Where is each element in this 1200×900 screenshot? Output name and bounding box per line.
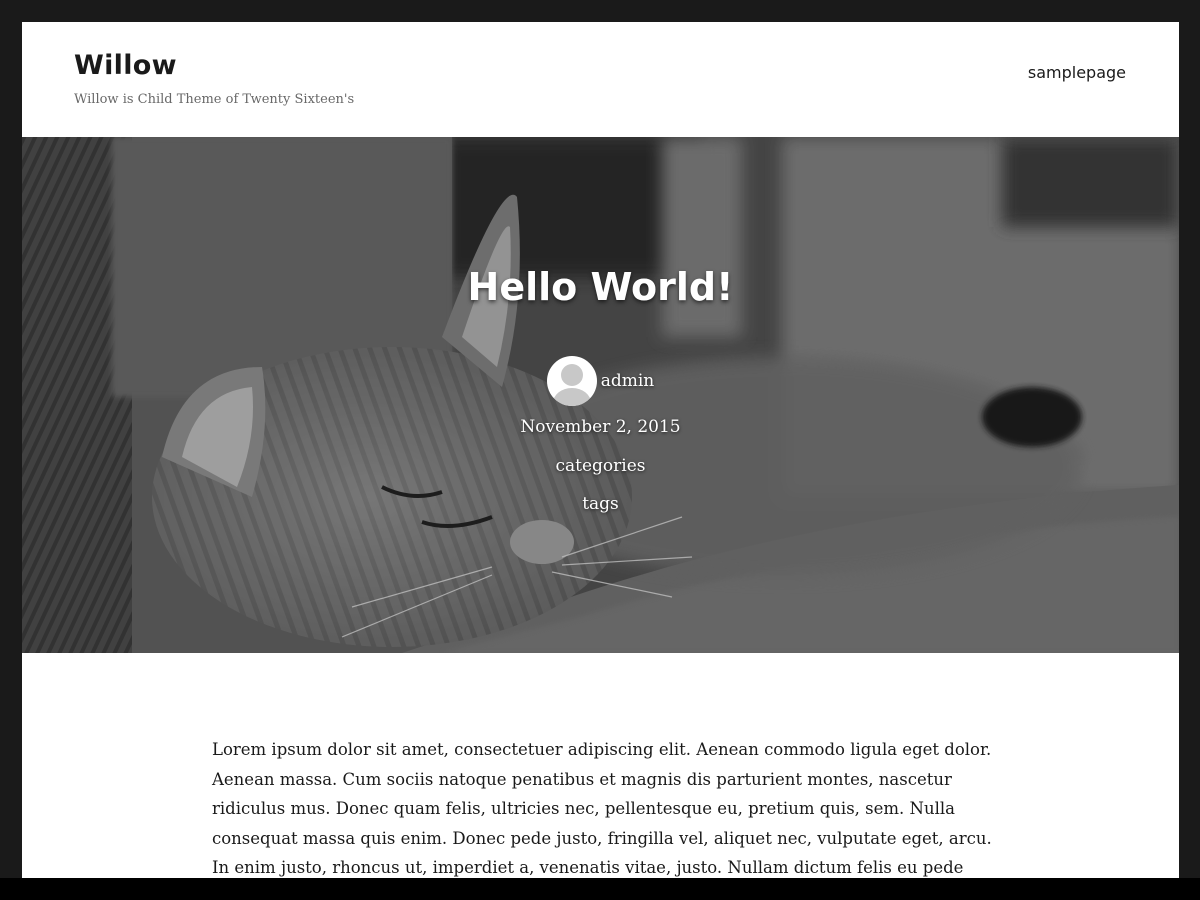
site-description: Willow is Child Theme of Twenty Sixteen'… xyxy=(74,92,355,107)
avatar-body-shape xyxy=(552,388,591,406)
page: Willow Willow is Child Theme of Twenty S… xyxy=(22,22,1179,878)
tags-link[interactable]: tags xyxy=(582,494,619,514)
author-link[interactable]: admin xyxy=(601,371,655,391)
byline: admin xyxy=(22,355,1179,407)
nav-item-samplepage[interactable]: samplepage xyxy=(1028,63,1126,82)
post-date-link[interactable]: November 2, 2015 xyxy=(520,417,680,437)
posted-on: November 2, 2015 xyxy=(22,417,1179,437)
site-header: Willow Willow is Child Theme of Twenty S… xyxy=(22,22,1179,137)
avatar-icon[interactable] xyxy=(546,356,597,406)
avatar-head-shape xyxy=(560,364,583,386)
categories-link[interactable]: categories xyxy=(555,456,645,476)
entry-header: Hello World! admin November 2, 2015 cate… xyxy=(22,137,1179,653)
site-title-link[interactable]: Willow xyxy=(74,50,177,81)
tags-meta: tags xyxy=(22,494,1179,514)
post-content: Lorem ipsum dolor sit amet, consectetuer… xyxy=(212,735,1002,878)
post-title: Hello World! xyxy=(467,265,734,309)
main-navigation: samplepage xyxy=(1028,63,1126,83)
featured-image-hero: Hello World! admin November 2, 2015 cate… xyxy=(22,137,1179,653)
bottom-bar xyxy=(0,878,1200,900)
post-paragraph: Lorem ipsum dolor sit amet, consectetuer… xyxy=(212,740,992,877)
categories-meta: categories xyxy=(22,456,1179,476)
